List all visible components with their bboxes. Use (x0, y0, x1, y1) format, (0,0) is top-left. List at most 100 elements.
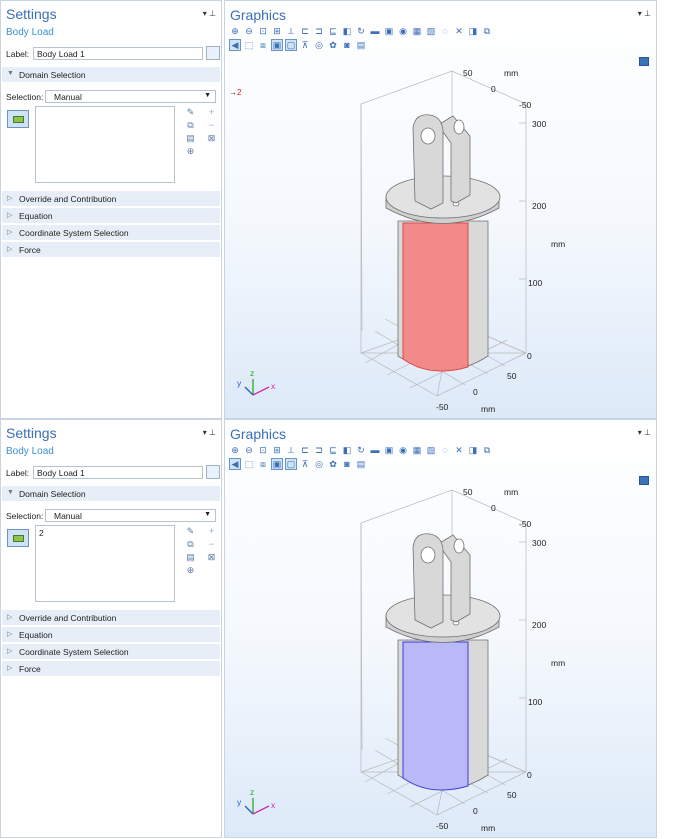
panel-row-bottom: Settings ▾ ⊥ Body Load Label: Body Load … (0, 419, 677, 838)
expand-right-icon: ▷ (7, 665, 13, 672)
add-icon[interactable]: + (206, 526, 217, 537)
section-label: Force (19, 664, 41, 674)
label-pane-icon[interactable] (206, 465, 220, 479)
selection-listbox[interactable] (35, 106, 175, 183)
axis-tick-z-100: 100 (528, 697, 543, 707)
settings-window: Settings ▾ ⊥ Body Load Label: Body Load … (0, 419, 222, 838)
axis-tick-z-300: 300 (532, 119, 547, 129)
section-coordinate-system[interactable]: ▷ Coordinate System Selection (2, 644, 220, 659)
expand-right-icon: ▷ (7, 246, 13, 253)
selection-value: Manual (54, 92, 82, 102)
label-row: Label: Body Load 1 (6, 46, 220, 62)
axis-tick-top-neg50: -50 (519, 519, 532, 529)
axis-tick-top-50: 50 (463, 487, 473, 497)
expand-right-icon: ▷ (7, 212, 13, 219)
selection-listbox[interactable]: 2 (35, 525, 175, 602)
paste-selection-icon[interactable]: ✎ (185, 526, 196, 537)
clevis-lugs[interactable] (412, 533, 471, 629)
axis-tick-top-0: 0 (491, 503, 496, 513)
label-input[interactable]: Body Load 1 (33, 47, 203, 60)
axis-unit-bottom: mm (481, 823, 496, 833)
settings-title: Settings (6, 425, 57, 441)
label-input[interactable]: Body Load 1 (33, 466, 203, 479)
clear-selection-icon[interactable]: ⊠ (206, 133, 217, 144)
settings-window: Settings ▾ ⊥ Body Load Label: Body Load … (0, 0, 222, 419)
axis-unit-z: mm (551, 658, 566, 668)
clear-selection-icon[interactable]: ⊠ (206, 552, 217, 563)
selected-domain-surface (402, 641, 469, 791)
selected-domain-item[interactable]: 2 (39, 528, 44, 538)
domain-selection-icon[interactable] (7, 110, 29, 128)
triad-z-label: z (250, 787, 255, 797)
label-caption: Label: (6, 468, 30, 478)
selection-value: Manual (54, 511, 82, 521)
section-equation[interactable]: ▷ Equation (2, 208, 220, 223)
cylinder-body[interactable] (397, 220, 489, 372)
section-label: Coordinate System Selection (19, 647, 129, 657)
axis-tick-bottom-neg50: -50 (436, 821, 449, 831)
triad-y-label: y (237, 378, 242, 388)
chevron-down-icon: ▼ (204, 92, 211, 99)
selection-dropdown[interactable]: Manual ▼ (45, 90, 216, 103)
copy-selection-icon[interactable]: ⧉ (185, 120, 196, 131)
cylinder-body[interactable] (397, 639, 489, 791)
section-label: Override and Contribution (19, 194, 117, 204)
expand-right-icon: ▷ (7, 229, 13, 236)
zoom-to-selection-icon[interactable]: ⊕ (185, 565, 196, 576)
clipboard-icon[interactable]: ▤ (185, 552, 196, 563)
model-canvas[interactable] (225, 1, 658, 420)
expand-down-icon: ▼ (7, 70, 14, 77)
expand-right-icon: ▷ (7, 648, 13, 655)
remove-icon[interactable]: − (206, 120, 217, 131)
paste-selection-icon[interactable]: ✎ (185, 107, 196, 118)
triad-x-label: x (271, 800, 276, 810)
axis-tick-z-0: 0 (527, 770, 532, 780)
model-canvas[interactable] (225, 420, 658, 839)
section-override[interactable]: ▷ Override and Contribution (2, 610, 220, 625)
label-caption: Label: (6, 49, 30, 59)
clipboard-icon[interactable]: ▤ (185, 133, 196, 144)
section-equation[interactable]: ▷ Equation (2, 627, 220, 642)
selection-caption: Selection: (6, 511, 44, 521)
pin-icon[interactable]: ▾ ⊥ (203, 428, 216, 437)
label-pane-icon[interactable] (206, 46, 220, 60)
domain-selection-section[interactable]: ▼ Domain Selection (2, 486, 220, 501)
axis-tick-bottom-0: 0 (473, 387, 478, 397)
triad-z-label: z (250, 368, 255, 378)
triad-y-label: y (237, 797, 242, 807)
axis-unit-bottom: mm (481, 404, 496, 414)
section-label: Equation (19, 630, 53, 640)
axis-tick-z-0: 0 (527, 351, 532, 361)
domain-selection-title: Domain Selection (19, 70, 86, 80)
pin-icon[interactable]: ▾ ⊥ (203, 9, 216, 18)
section-coordinate-system[interactable]: ▷ Coordinate System Selection (2, 225, 220, 240)
copy-selection-icon[interactable]: ⧉ (185, 539, 196, 550)
section-force[interactable]: ▷ Force (2, 242, 220, 257)
axis-tick-z-200: 200 (532, 201, 547, 211)
triad-x-label: x (271, 381, 276, 391)
selection-dropdown[interactable]: Manual ▼ (45, 509, 216, 522)
axis-tick-top-50: 50 (463, 68, 473, 78)
section-force[interactable]: ▷ Force (2, 661, 220, 676)
add-icon[interactable]: + (206, 107, 217, 118)
label-row: Label: Body Load 1 (6, 465, 220, 481)
settings-title: Settings (6, 6, 57, 22)
settings-subtitle: Body Load (6, 446, 54, 457)
section-override[interactable]: ▷ Override and Contribution (2, 191, 220, 206)
selection-row: Selection: Manual ▼ (6, 90, 218, 104)
remove-icon[interactable]: − (206, 539, 217, 550)
graphics-window: Graphics ▾ ⊥ ⊕ ⊖ ⊡ ⊞ ⟂ ⊏ ⊐ ⊑ ◧ ↻ ▬ ▣ ◉ ▦… (224, 419, 657, 838)
clevis-lugs[interactable] (412, 114, 471, 210)
chevron-down-icon: ▼ (204, 511, 211, 518)
section-label: Coordinate System Selection (19, 228, 129, 238)
axis-unit-z: mm (551, 239, 566, 249)
zoom-to-selection-icon[interactable]: ⊕ (185, 146, 196, 157)
domain-selection-icon[interactable] (7, 529, 29, 547)
axis-tick-bottom-50: 50 (507, 371, 517, 381)
domain-selection-title: Domain Selection (19, 489, 86, 499)
domain-selection-section[interactable]: ▼ Domain Selection (2, 67, 220, 82)
axis-tick-top-neg50: -50 (519, 100, 532, 110)
panel-row-top: Settings ▾ ⊥ Body Load Label: Body Load … (0, 0, 677, 419)
selected-domain-surface (402, 222, 469, 372)
axis-tick-bottom-0: 0 (473, 806, 478, 816)
